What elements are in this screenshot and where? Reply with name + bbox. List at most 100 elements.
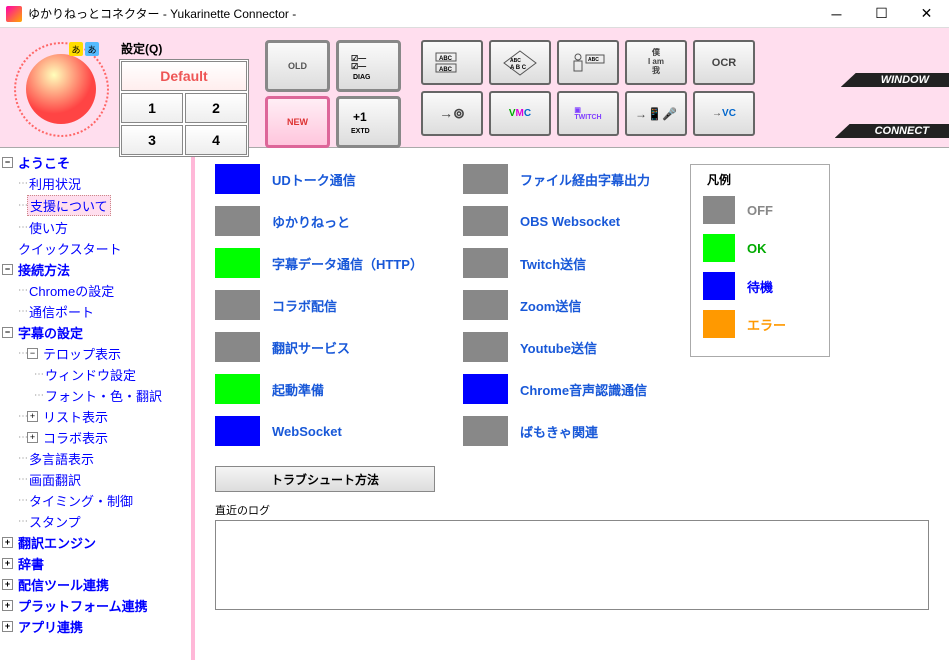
tree-expander-icon[interactable]: − bbox=[27, 348, 38, 359]
tree-item-label: 支援について bbox=[27, 195, 111, 216]
settings-button-4[interactable]: 4 bbox=[185, 125, 247, 155]
tree-expander-icon[interactable]: − bbox=[2, 264, 13, 275]
tree-item[interactable]: ⋯フォント・色・翻訳 bbox=[0, 385, 191, 406]
tree-item[interactable]: −字幕の設定 bbox=[0, 322, 191, 343]
svg-text:A B C: A B C bbox=[510, 65, 527, 71]
window-row-label: WINDOW bbox=[841, 73, 949, 87]
extd-button[interactable]: +1EXTD bbox=[336, 96, 401, 148]
tree-item[interactable]: ⋯利用状況 bbox=[0, 173, 191, 194]
tool-subtitle-window-icon[interactable]: ABC ABC bbox=[421, 40, 483, 85]
status-indicator bbox=[215, 332, 260, 362]
settings-button-1[interactable]: 1 bbox=[121, 93, 183, 123]
tree-expander-icon[interactable]: − bbox=[2, 327, 13, 338]
nav-tree[interactable]: −ようこそ⋯利用状況⋯支援について⋯使い方クイックスタート−接続方法⋯Chrom… bbox=[0, 148, 195, 660]
diag-button[interactable]: ☑—☑—DIAG bbox=[336, 40, 401, 92]
tree-spacer bbox=[2, 243, 13, 254]
old-button[interactable]: OLD bbox=[265, 40, 330, 92]
minimize-button[interactable]: ─ bbox=[814, 0, 859, 28]
tree-expander-icon[interactable]: + bbox=[2, 600, 13, 611]
tree-item[interactable]: ⋯通信ポート bbox=[0, 301, 191, 322]
tree-item-label: 多言語表示 bbox=[27, 449, 96, 468]
tree-item[interactable]: ⋯Chromeの設定 bbox=[0, 280, 191, 301]
status-label: ゆかりねっと bbox=[272, 212, 350, 231]
svg-text:ABC: ABC bbox=[439, 56, 453, 62]
header-strip: あ あ 設定(Q) Default 1 2 3 4 OLD NEW ☑—☑ bbox=[0, 28, 949, 148]
status-column-right: ファイル経由字幕出力OBS WebsocketTwitch送信Zoom送信You… bbox=[463, 164, 650, 446]
tree-expander-icon[interactable]: + bbox=[2, 621, 13, 632]
log-textarea[interactable] bbox=[215, 520, 929, 610]
tree-item[interactable]: ⋯ウィンドウ設定 bbox=[0, 364, 191, 385]
tool-person-icon[interactable]: ABC bbox=[557, 40, 619, 85]
tree-item[interactable]: +辞書 bbox=[0, 553, 191, 574]
new-button[interactable]: NEW bbox=[265, 96, 330, 148]
legend-item: エラー bbox=[703, 310, 817, 338]
log-group: 直近のログ bbox=[215, 502, 929, 610]
tree-item[interactable]: ⋯支援について bbox=[0, 194, 191, 217]
tree-item-label: ようこそ bbox=[16, 153, 72, 172]
status-indicator bbox=[463, 206, 508, 236]
status-item: コラボ配信 bbox=[215, 290, 423, 320]
tree-item[interactable]: +プラットフォーム連携 bbox=[0, 595, 191, 616]
tree-expander-icon[interactable]: + bbox=[2, 579, 13, 590]
tree-item[interactable]: ⋯画面翻訳 bbox=[0, 469, 191, 490]
legend-label: 待機 bbox=[747, 277, 773, 296]
tree-expander-icon[interactable]: − bbox=[2, 157, 13, 168]
tree-item-label: ウィンドウ設定 bbox=[43, 365, 138, 384]
status-indicator bbox=[463, 416, 508, 446]
svg-text:ABC: ABC bbox=[439, 67, 453, 73]
tree-item-label: プラットフォーム連携 bbox=[16, 596, 150, 615]
tool-diamond-icon[interactable]: ABCA B C bbox=[489, 40, 551, 85]
tree-item[interactable]: ⋯+リスト表示 bbox=[0, 406, 191, 427]
tree-item[interactable]: ⋯多言語表示 bbox=[0, 448, 191, 469]
titlebar: ゆかりねっとコネクター - Yukarinette Connector - ─ … bbox=[0, 0, 949, 28]
status-item: ゆかりねっと bbox=[215, 206, 423, 236]
settings-default-button[interactable]: Default bbox=[121, 61, 247, 91]
tree-expander-icon[interactable]: + bbox=[27, 411, 38, 422]
status-item: 翻訳サービス bbox=[215, 332, 423, 362]
tree-item[interactable]: ⋯使い方 bbox=[0, 217, 191, 238]
svg-text:DIAG: DIAG bbox=[353, 74, 371, 81]
tree-item-label: 画面翻訳 bbox=[27, 470, 83, 489]
status-indicator bbox=[215, 290, 260, 320]
close-button[interactable]: ✕ bbox=[904, 0, 949, 28]
status-label: WebSocket bbox=[272, 424, 342, 439]
tree-item[interactable]: +翻訳エンジン bbox=[0, 532, 191, 553]
tree-item[interactable]: +配信ツール連携 bbox=[0, 574, 191, 595]
tree-item[interactable]: ⋯−テロップ表示 bbox=[0, 343, 191, 364]
status-label: OBS Websocket bbox=[520, 214, 620, 229]
maximize-button[interactable]: ☐ bbox=[859, 0, 904, 28]
tool-vmc-button[interactable]: VMC bbox=[489, 91, 551, 136]
tree-item[interactable]: ⋯スタンプ bbox=[0, 511, 191, 532]
tool-obs-icon[interactable]: →⊚ bbox=[421, 91, 483, 136]
tool-translate-icon[interactable]: 僕I am我 bbox=[625, 40, 687, 85]
tree-item[interactable]: −接続方法 bbox=[0, 259, 191, 280]
tool-vc-icon[interactable]: →VC bbox=[693, 91, 755, 136]
tree-expander-icon[interactable]: + bbox=[27, 432, 38, 443]
tree-item[interactable]: +アプリ連携 bbox=[0, 616, 191, 637]
tree-expander-icon[interactable]: + bbox=[2, 537, 13, 548]
legend-item: OK bbox=[703, 234, 817, 262]
tree-item[interactable]: クイックスタート bbox=[0, 238, 191, 259]
status-item: 起動準備 bbox=[215, 374, 423, 404]
tool-ocr-button[interactable]: OCR bbox=[693, 40, 755, 85]
settings-button-2[interactable]: 2 bbox=[185, 93, 247, 123]
tree-item-label: 接続方法 bbox=[16, 260, 72, 279]
tree-item[interactable]: ⋯タイミング・制御 bbox=[0, 490, 191, 511]
tree-item-label: テロップ表示 bbox=[41, 344, 123, 363]
settings-button-3[interactable]: 3 bbox=[121, 125, 183, 155]
tree-item-label: 利用状況 bbox=[27, 174, 83, 193]
tree-item-label: リスト表示 bbox=[41, 407, 110, 426]
tree-item[interactable]: ⋯+コラボ表示 bbox=[0, 427, 191, 448]
status-item: Chrome音声認識通信 bbox=[463, 374, 650, 404]
tree-expander-icon[interactable]: + bbox=[2, 558, 13, 569]
legend-label: OK bbox=[747, 241, 767, 256]
tool-twitch-button[interactable]: ▣TWITCH bbox=[557, 91, 619, 136]
window-title: ゆかりねっとコネクター - Yukarinette Connector - bbox=[28, 5, 814, 22]
tool-mic-icon[interactable]: →📱🎤 bbox=[625, 91, 687, 136]
tree-item-label: 辞書 bbox=[16, 554, 46, 573]
status-column-left: UDトーク通信ゆかりねっと字幕データ通信（HTTP）コラボ配信翻訳サービス起動準… bbox=[215, 164, 423, 446]
status-item: ばもきゃ関連 bbox=[463, 416, 650, 446]
connect-tool-row: →⊚ VMC ▣TWITCH →📱🎤 →VC CONNECT bbox=[421, 91, 949, 136]
troubleshoot-button[interactable]: トラブシュート方法 bbox=[215, 466, 435, 492]
tree-item-label: スタンプ bbox=[27, 512, 83, 531]
